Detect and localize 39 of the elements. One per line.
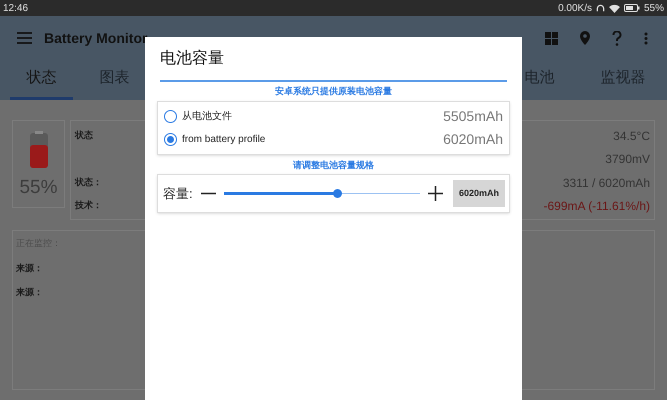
source-label: 来源： <box>16 262 44 274</box>
option-label: 从电池文件 <box>182 110 232 124</box>
radio-button[interactable] <box>164 110 177 122</box>
radio-button[interactable] <box>164 132 177 146</box>
info-value: 3311 / 6020mAh <box>562 174 650 192</box>
hint-text: 安卓系统只提供原装电池容量 <box>275 85 392 98</box>
info-label: 状态： <box>75 176 102 189</box>
tab[interactable]: 监视器 <box>583 60 663 100</box>
hint-text: 请调整电池容量规格 <box>293 158 374 172</box>
dialog-title: 电池容量 <box>159 48 225 69</box>
battery-drawing <box>28 131 50 169</box>
grid-icon[interactable] <box>545 32 558 44</box>
option-value: 6020mAh <box>443 130 503 148</box>
wifi-icon <box>608 4 620 12</box>
capacity-reading: 6020mAh <box>453 180 505 207</box>
source-label: 来源： <box>16 286 44 299</box>
help-icon[interactable] <box>612 30 622 46</box>
slider-thumb[interactable] <box>333 189 342 198</box>
info-value: 34.5°C <box>613 128 650 145</box>
menu-icon[interactable] <box>17 32 32 44</box>
headphone-icon <box>596 4 605 12</box>
more-icon[interactable] <box>644 32 648 44</box>
option-label: from battery profile <box>182 132 266 146</box>
info-value: -699mA (-11.61%/h) <box>544 198 650 215</box>
location-pin-icon[interactable] <box>580 31 590 45</box>
battery-icon <box>624 4 640 12</box>
capacity-label: 容量: <box>163 184 193 203</box>
info-label: 状态 <box>75 129 93 142</box>
option-value: 5505mAh <box>443 106 503 126</box>
plus-icon[interactable] <box>428 186 443 201</box>
minus-icon[interactable] <box>200 192 216 195</box>
app-title: Battery Monitor <box>44 28 148 48</box>
status-time: 12:46 <box>3 2 28 16</box>
tab[interactable]: 状态 <box>10 60 73 100</box>
network-speed: 0.00K/s <box>558 2 592 16</box>
info-value: 3790mV <box>605 151 650 168</box>
info-label: 技术： <box>75 199 102 212</box>
battery-percent: 55% <box>644 2 664 16</box>
tab[interactable]: 图表 <box>83 60 146 100</box>
